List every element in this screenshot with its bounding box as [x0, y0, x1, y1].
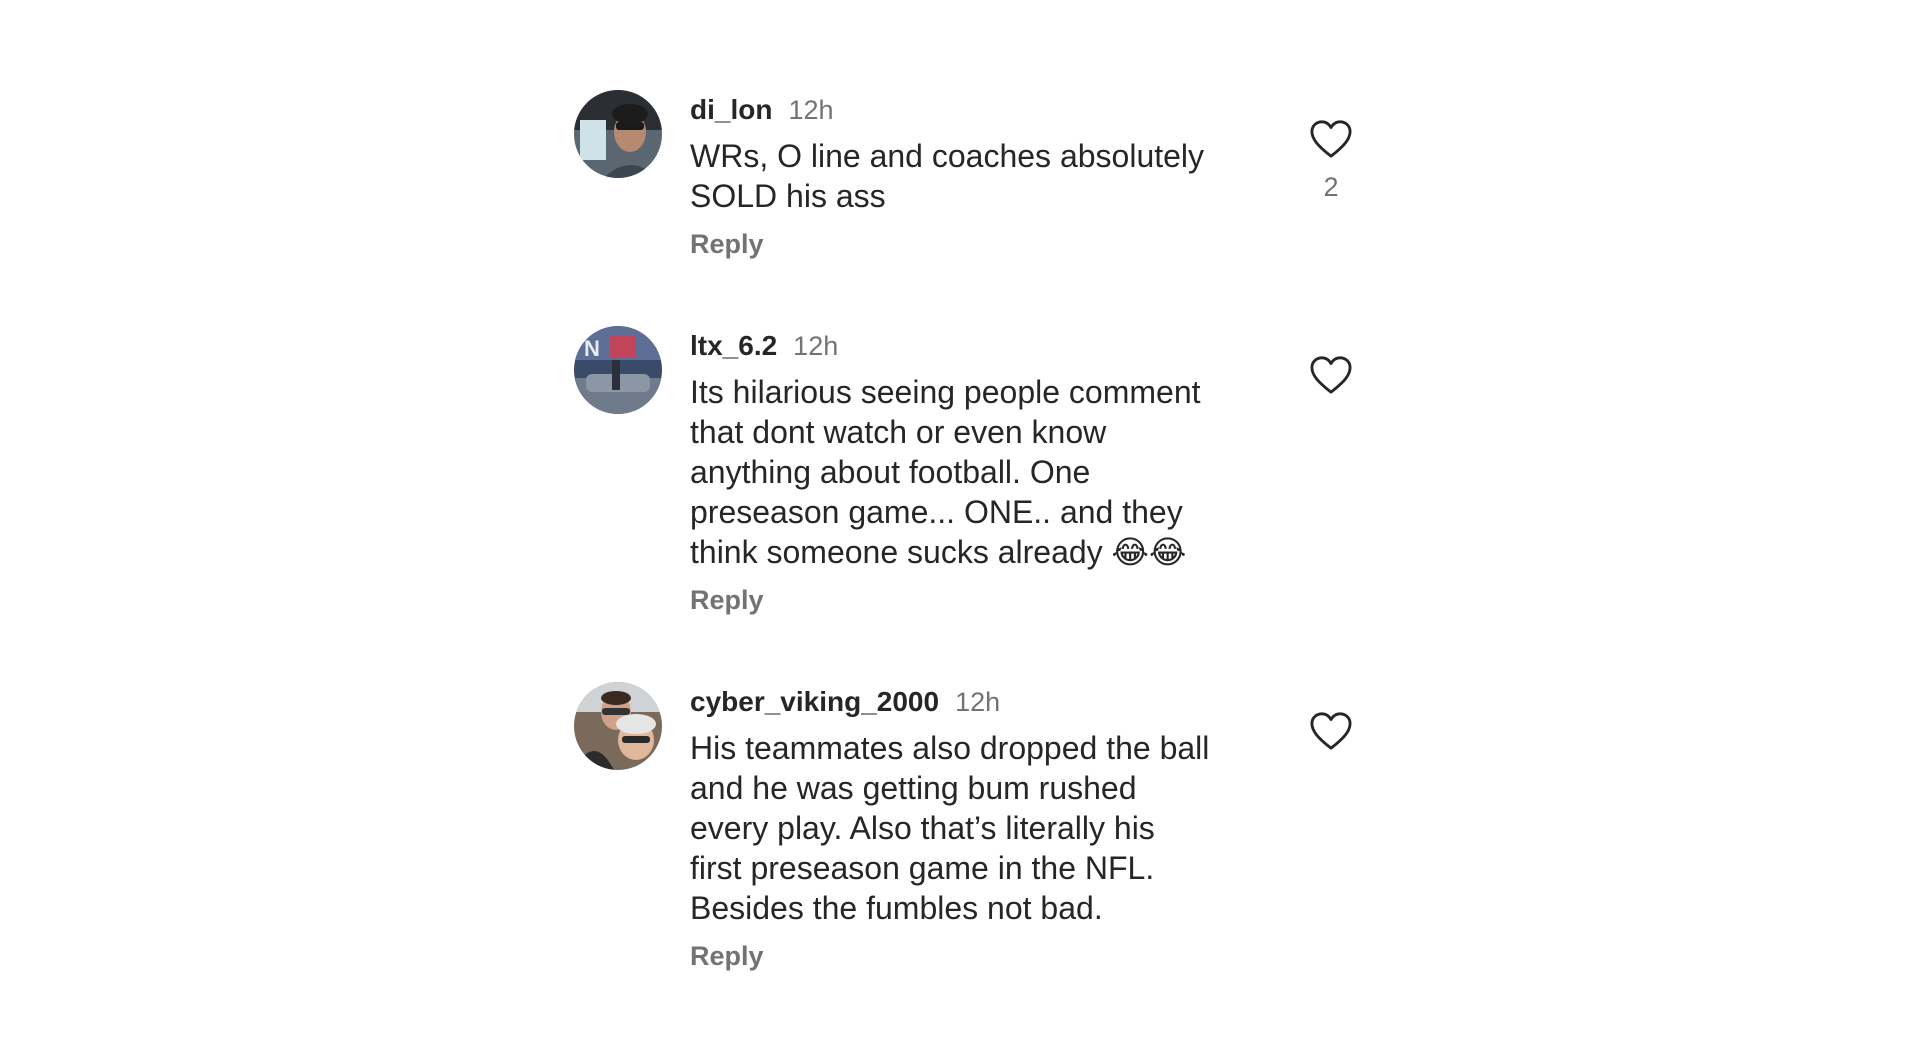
timestamp: 12h: [793, 331, 839, 361]
username[interactable]: di_lon: [690, 90, 772, 130]
timestamp: 12h: [955, 687, 1001, 717]
avatar-photo-icon: [574, 682, 662, 770]
reply-button[interactable]: Reply: [690, 580, 764, 620]
like-area: [1308, 710, 1354, 761]
comment-body: di_lon 12h WRs, O line and coaches absol…: [690, 90, 1265, 264]
avatar[interactable]: [574, 682, 662, 770]
reply-button[interactable]: Reply: [690, 224, 764, 264]
svg-text:N: N: [584, 336, 600, 361]
reply-button[interactable]: Reply: [690, 936, 764, 976]
comment-body: ltx_6.2 12h Its hilarious seeing people …: [690, 326, 1265, 620]
heart-outline-icon[interactable]: [1308, 710, 1354, 752]
avatar[interactable]: N: [574, 326, 662, 414]
comment-header: di_lon 12h: [690, 90, 1265, 130]
comment-text: Its hilarious seeing people comment that…: [690, 374, 1201, 570]
avatar-photo-icon: [574, 90, 662, 178]
timestamp: 12h: [788, 95, 834, 125]
like-count: 2: [1323, 172, 1339, 202]
like-area: 2: [1308, 118, 1354, 205]
username[interactable]: cyber_viking_2000: [690, 682, 939, 722]
comment-body: cyber_viking_2000 12h His teammates also…: [690, 682, 1265, 976]
avatar[interactable]: [574, 90, 662, 178]
comment-text: His teammates also dropped the ball and …: [690, 730, 1210, 926]
username[interactable]: ltx_6.2: [690, 326, 777, 366]
comment-header: ltx_6.2 12h: [690, 326, 1265, 366]
comment-text: WRs, O line and coaches absolutely SOLD …: [690, 138, 1205, 214]
avatar-photo-icon: N: [574, 326, 662, 414]
like-area: [1308, 354, 1354, 405]
heart-outline-icon[interactable]: [1308, 354, 1354, 396]
heart-outline-icon[interactable]: [1308, 118, 1354, 160]
comment-header: cyber_viking_2000 12h: [690, 682, 1265, 722]
